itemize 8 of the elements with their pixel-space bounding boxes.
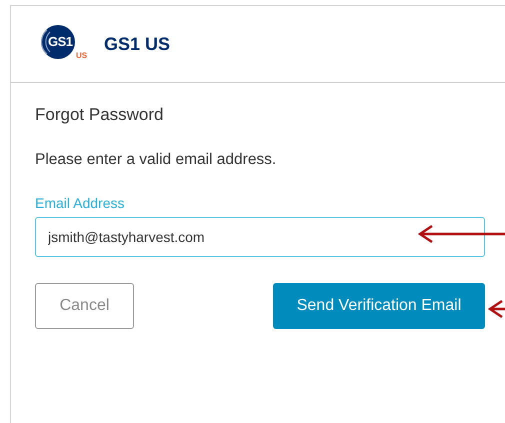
arrow — [488, 299, 505, 319]
page-title: Forgot Password — [35, 105, 164, 125]
instruction-text: Please enter a valid email address. — [35, 151, 278, 169]
field-label: Email Address — [35, 195, 126, 211]
email-field[interactable]: jsmith@tastyharvest.com — [35, 217, 485, 257]
cancel-button[interactable]: Cancel — [35, 283, 134, 329]
brand-name: GS1 US — [104, 34, 170, 54]
send-button[interactable]: Send Verification Email — [273, 283, 485, 329]
